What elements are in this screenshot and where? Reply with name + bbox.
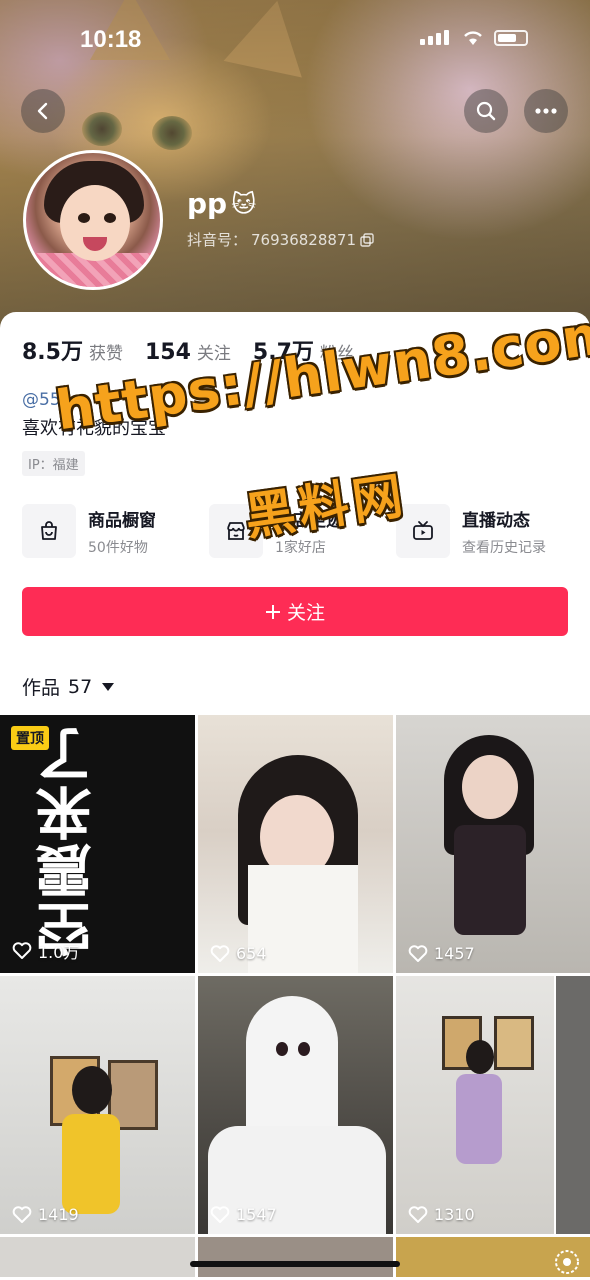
more-dots-icon [535, 108, 557, 114]
shortcut-subtitle: 查看历史记录 [462, 539, 546, 556]
battery-icon [494, 30, 528, 46]
tile-likes: 1310 [408, 1205, 475, 1224]
shop-window-icon [22, 504, 76, 558]
shortcut-title: 直播动态 [462, 510, 530, 531]
wifi-icon [464, 31, 482, 45]
tile-thumbnail [62, 1114, 120, 1214]
video-tile[interactable]: 1310 [396, 976, 554, 1234]
video-tile[interactable] [198, 1237, 393, 1277]
back-button[interactable] [21, 89, 65, 133]
video-tile[interactable] [396, 1237, 590, 1277]
heart-icon [210, 1205, 230, 1223]
video-tile[interactable]: 1419 [0, 976, 195, 1234]
heart-icon [408, 1205, 428, 1223]
stat-likes[interactable]: 8.5万 获赞 [22, 334, 123, 366]
video-tile[interactable]: 654 [198, 715, 393, 973]
heart-icon [12, 942, 32, 959]
tile-likes-count: 1419 [38, 1205, 79, 1224]
status-bar: 10:18 [0, 24, 590, 58]
video-tile[interactable]: 空震来了 置顶 1.0万 [0, 715, 195, 973]
tile-thumbnail [298, 1042, 310, 1056]
nickname: pp 🐱 [187, 187, 256, 220]
stat-value: 8.5万 [22, 340, 83, 365]
tile-likes-count: 654 [236, 944, 267, 963]
banner-cat-eye [82, 112, 122, 146]
douyin-id: 抖音号： 76936828871 [187, 229, 374, 250]
tile-likes: 1419 [12, 1205, 79, 1224]
tile-likes-count: 1547 [236, 1205, 277, 1224]
nickname-text: pp [187, 187, 228, 220]
tile-likes: 654 [210, 944, 267, 963]
home-indicator[interactable] [190, 1261, 400, 1267]
stat-label: 获赞 [88, 344, 123, 364]
video-tile[interactable]: 1457 [396, 715, 590, 973]
shortcut-shop-window[interactable]: 商品橱窗 50件好物 [22, 504, 156, 558]
cat-emoji-icon: 🐱 [231, 189, 257, 218]
search-icon [476, 101, 496, 121]
tile-likes: 1.0万 [12, 939, 79, 963]
video-tile[interactable]: 1547 [198, 976, 393, 1234]
tile-thumbnail [494, 1016, 534, 1070]
video-tile[interactable] [0, 1237, 195, 1277]
heart-icon [12, 1205, 32, 1223]
tile-likes-count: 1.0万 [38, 943, 80, 962]
douyin-id-value: 76936828871 [251, 230, 356, 249]
banner-cat-eye [152, 116, 192, 150]
heart-icon [408, 944, 428, 962]
shortcut-title: 商品橱窗 [88, 510, 156, 531]
tile-overlay-text: 空震来了 [36, 725, 101, 957]
avatar[interactable] [23, 150, 163, 290]
profile-card: 8.5万 获赞 154 关注 5.7万 粉丝 @555、 喜欢有礼貌的宝宝 IP… [0, 312, 590, 1280]
tile-thumbnail [72, 1066, 112, 1114]
tile-thumbnail [466, 1040, 494, 1074]
ip-location-tag: IP：福建 [22, 451, 85, 476]
tile-likes: 1547 [210, 1205, 277, 1224]
tile-thumbnail [456, 1074, 502, 1164]
heart-icon [210, 944, 230, 962]
tile-thumbnail [276, 1042, 288, 1056]
works-tab[interactable]: 作品 57 [22, 673, 115, 700]
follow-button-label: 关注 [286, 602, 325, 624]
caret-down-icon [102, 682, 115, 691]
camera-target-icon[interactable] [554, 1249, 580, 1275]
tile-thumbnail [462, 755, 518, 819]
more-button[interactable] [524, 89, 568, 133]
shortcut-live-history[interactable]: 直播动态 查看历史记录 [396, 504, 546, 558]
works-label: 作品 [22, 677, 61, 699]
copy-icon[interactable] [360, 232, 374, 247]
shortcut-subtitle: 50件好物 [88, 539, 148, 556]
chevron-left-icon [37, 102, 48, 120]
search-button[interactable] [464, 89, 508, 133]
pinned-badge: 置顶 [11, 726, 49, 750]
status-time: 10:18 [80, 26, 142, 53]
douyin-id-label: 抖音号： [187, 231, 248, 249]
tile-thumbnail [454, 825, 526, 935]
tile-likes-count: 1457 [434, 944, 475, 963]
tile-likes: 1457 [408, 944, 475, 963]
works-count: 57 [68, 675, 93, 698]
plus-icon [265, 604, 280, 619]
video-tile-partial[interactable] [556, 976, 590, 1234]
tile-likes-count: 1310 [434, 1205, 475, 1224]
follow-button[interactable]: 关注 [22, 587, 568, 636]
signal-icon [420, 30, 449, 45]
